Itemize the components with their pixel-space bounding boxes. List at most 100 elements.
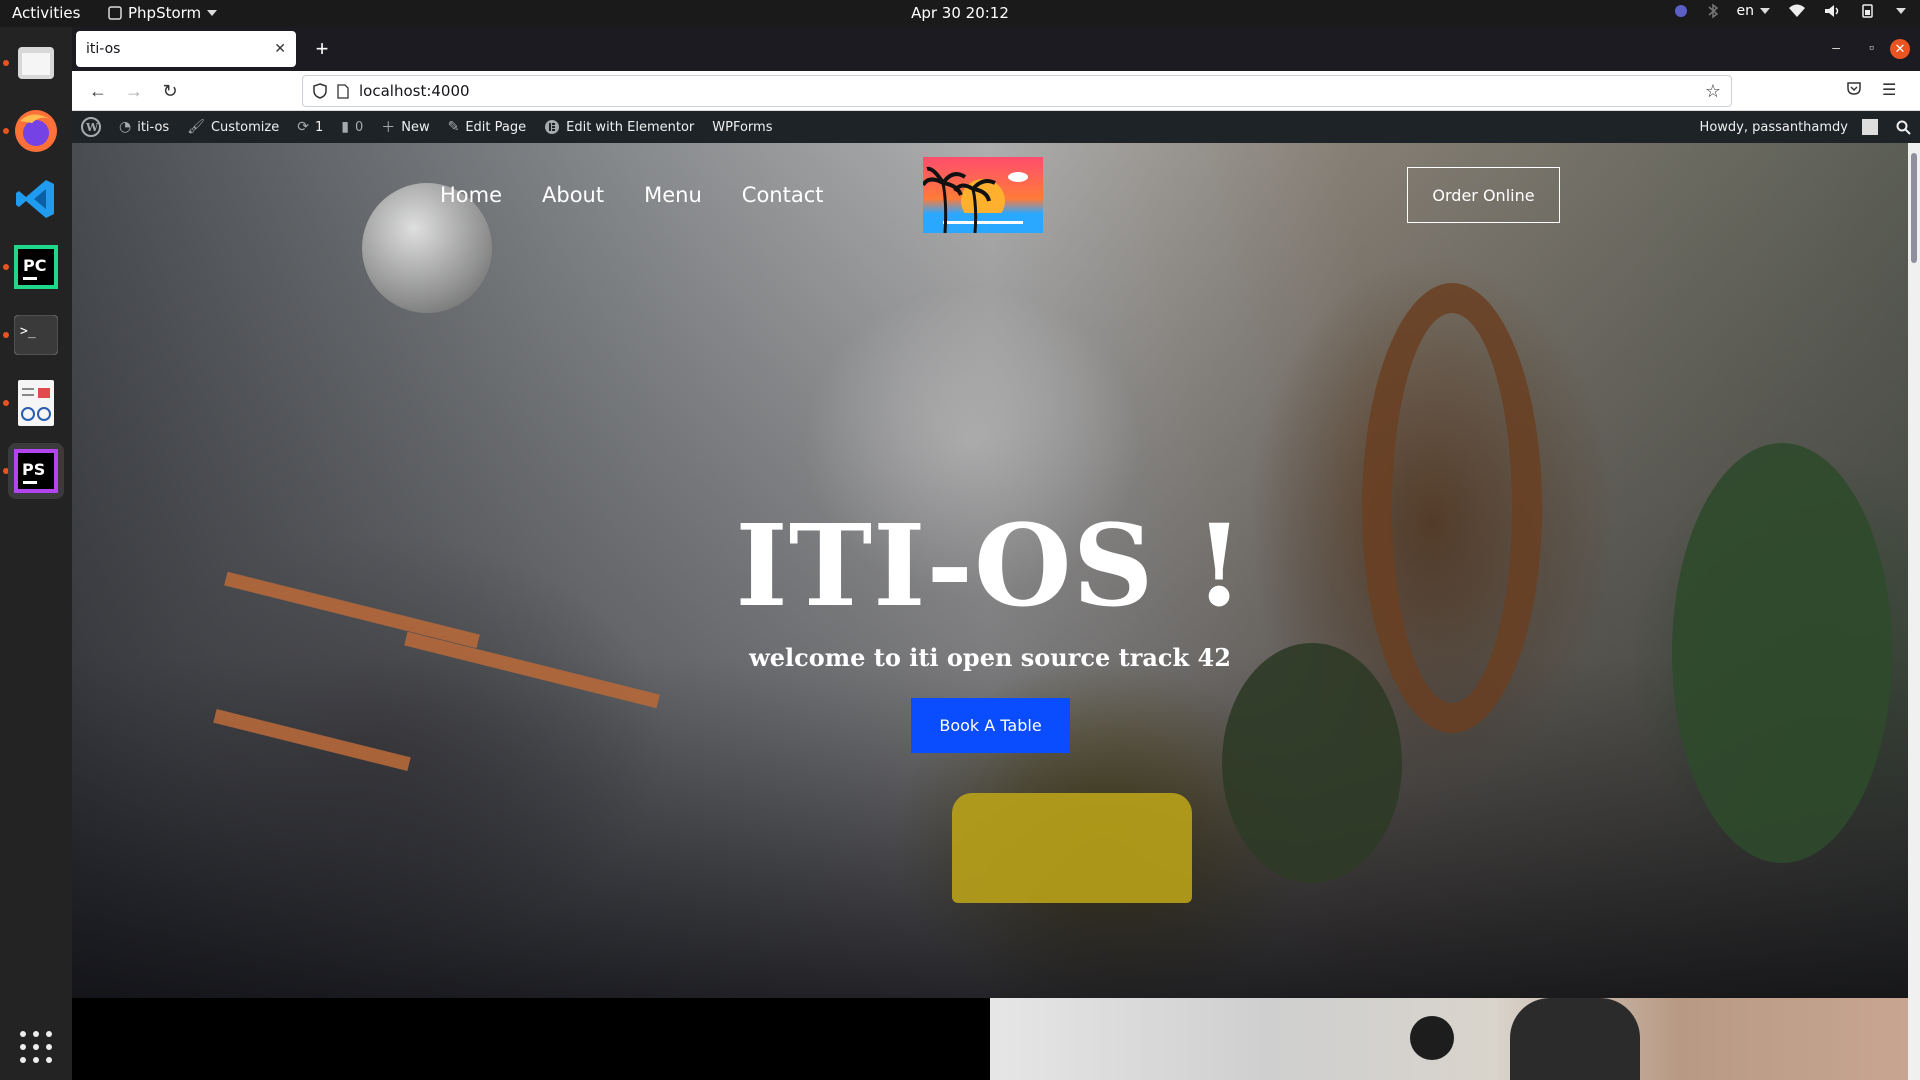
shield-icon[interactable] <box>313 83 327 99</box>
phpstorm-icon: PS <box>14 449 58 493</box>
system-menu-chevron-icon[interactable] <box>1896 8 1906 14</box>
dock-document-viewer[interactable] <box>8 375 64 431</box>
svg-text:W: W <box>85 121 99 134</box>
app-name: PhpStorm <box>128 4 202 22</box>
system-tray[interactable]: en <box>1673 3 1906 19</box>
wp-admin-bar: W ◔ iti-os 🖌 Customize ⟳ 1 ▮ 0 ＋ New ✎ E… <box>72 111 1920 143</box>
updates-icon: ⟳ <box>297 119 309 135</box>
close-tab-icon[interactable]: ✕ <box>274 41 286 57</box>
nav-about[interactable]: About <box>542 183 604 207</box>
svg-text:PS: PS <box>22 460 45 479</box>
maximize-icon[interactable]: ▫ <box>1869 39 1874 55</box>
document-viewer-icon <box>18 380 54 426</box>
nav-home[interactable]: Home <box>440 183 502 207</box>
hero-subtitle: welcome to iti open source track 42 <box>749 643 1231 672</box>
comments-count: 0 <box>354 119 364 135</box>
language-label: en <box>1736 3 1755 19</box>
dock-phpstorm[interactable]: PS <box>8 443 64 499</box>
browser-nav-bar: ← → ↻ localhost:4000 ☆ ☰ <box>72 71 1920 111</box>
battery-icon[interactable] <box>1860 4 1878 18</box>
dock-vscode[interactable] <box>8 171 64 227</box>
system-top-bar: Activities PhpStorm Apr 30 20:12 en <box>0 0 1920 27</box>
svg-text:>_: >_ <box>20 324 36 339</box>
avatar <box>1862 119 1878 135</box>
teams-icon[interactable] <box>1673 3 1689 19</box>
hamburger-menu-icon[interactable]: ☰ <box>1882 80 1896 100</box>
howdy-label: Howdy, passanthamdy <box>1699 119 1848 135</box>
dock-files[interactable] <box>8 35 64 91</box>
paintbrush-icon: 🖌 <box>187 119 205 135</box>
updates-count: 1 <box>314 119 324 135</box>
plus-icon: ＋ <box>381 120 396 136</box>
terminal-icon: >_ <box>14 315 58 355</box>
dock-terminal[interactable]: >_ <box>8 307 64 363</box>
dock-firefox[interactable] <box>8 103 64 159</box>
site-name-label: iti-os <box>137 119 170 135</box>
nav-contact[interactable]: Contact <box>742 183 824 207</box>
wp-customize[interactable]: 🖌 Customize <box>178 111 288 143</box>
nav-menu[interactable]: Menu <box>644 183 702 207</box>
wifi-icon[interactable] <box>1788 4 1806 18</box>
chevron-down-icon <box>1760 8 1770 14</box>
chevron-down-icon <box>207 10 218 16</box>
comment-icon: ▮ <box>341 119 349 135</box>
wp-my-account[interactable]: Howdy, passanthamdy <box>1691 111 1887 143</box>
language-selector[interactable]: en <box>1736 3 1770 19</box>
back-icon[interactable]: ← <box>86 79 110 103</box>
palm-sunset-logo-icon <box>923 166 1043 233</box>
elementor-icon <box>545 120 560 134</box>
wp-site-name[interactable]: ◔ iti-os <box>110 111 178 143</box>
edit-elementor-label: Edit with Elementor <box>566 119 695 135</box>
pocket-icon[interactable] <box>1846 80 1862 96</box>
show-applications-icon[interactable] <box>20 1031 52 1063</box>
dock-pycharm[interactable]: PC <box>8 239 64 295</box>
pencil-icon: ✎ <box>447 119 460 135</box>
minimize-icon[interactable]: – <box>1832 39 1840 55</box>
edit-page-label: Edit Page <box>465 119 527 135</box>
files-icon <box>18 47 54 79</box>
wpforms-label: WPForms <box>712 119 773 135</box>
activities-button[interactable]: Activities <box>12 4 80 22</box>
decor-beam <box>213 709 411 771</box>
pycharm-icon: PC <box>14 245 58 289</box>
volume-icon[interactable] <box>1824 4 1842 18</box>
wp-updates[interactable]: ⟳ 1 <box>288 111 332 143</box>
scrollbar-thumb[interactable] <box>1911 153 1917 263</box>
customize-label: Customize <box>210 119 280 135</box>
plant-image <box>1222 643 1402 883</box>
wp-wpforms[interactable]: WPForms <box>703 111 781 143</box>
order-online-button[interactable]: Order Online <box>1407 167 1560 223</box>
wp-edit-page[interactable]: ✎ Edit Page <box>439 111 536 143</box>
decor-knob <box>1410 1016 1454 1060</box>
site-logo[interactable] <box>923 157 1043 233</box>
url-bar[interactable]: localhost:4000 ☆ <box>302 75 1732 107</box>
wordpress-icon: W <box>81 117 101 137</box>
book-a-table-button[interactable]: Book A Table <box>911 698 1070 753</box>
reload-icon[interactable]: ↻ <box>158 79 182 103</box>
close-window-icon[interactable]: ✕ <box>1890 39 1910 59</box>
forward-icon[interactable]: → <box>122 79 146 103</box>
phpstorm-small-icon <box>108 6 122 20</box>
tab-title: iti-os <box>86 41 121 57</box>
wp-new-content[interactable]: ＋ New <box>372 111 438 143</box>
dashboard-gauge-icon: ◔ <box>119 119 132 135</box>
dock: PC >_ PS <box>0 27 72 1080</box>
app-menu[interactable]: PhpStorm <box>108 4 218 22</box>
page-icon <box>337 83 349 99</box>
new-label: New <box>401 119 430 135</box>
site-nav: Home About Menu Contact <box>440 183 823 207</box>
new-tab-button[interactable]: + <box>308 35 336 63</box>
clock[interactable]: Apr 30 20:12 <box>911 4 1009 22</box>
wp-comments[interactable]: ▮ 0 <box>332 111 372 143</box>
wp-search[interactable] <box>1887 111 1920 143</box>
next-section-image <box>990 998 1908 1080</box>
decor-handle <box>1510 998 1640 1080</box>
url-text[interactable]: localhost:4000 <box>359 82 470 100</box>
wp-logo-menu[interactable]: W <box>72 111 110 143</box>
browser-tab[interactable]: iti-os ✕ <box>76 31 296 67</box>
bookmark-star-icon[interactable]: ☆ <box>1705 81 1721 102</box>
page-scrollbar[interactable] <box>1908 143 1920 1080</box>
search-icon <box>1896 120 1911 135</box>
bluetooth-icon[interactable] <box>1707 3 1719 19</box>
wp-edit-elementor[interactable]: Edit with Elementor <box>535 111 703 143</box>
